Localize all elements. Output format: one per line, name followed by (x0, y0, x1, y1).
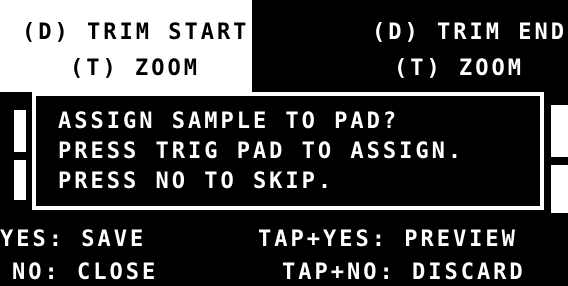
yes-save-hint[interactable]: YES: SAVE (0, 229, 146, 251)
dialog-question: ASSIGN SAMPLE TO PAD? (58, 109, 400, 134)
waveform-fragment-right-top (551, 105, 568, 157)
dialog-instruction-assign: PRESS TRIG PAD TO ASSIGN. (58, 139, 465, 164)
waveform-fragment-right-bottom (551, 165, 568, 213)
tap-no-discard-hint[interactable]: TAP+NO: DISCARD (282, 262, 526, 284)
trim-end-label: (D) TRIM END (372, 20, 567, 45)
trim-start-panel[interactable]: (D) TRIM START (T) ZOOM (0, 0, 252, 92)
dialog-instruction-skip: PRESS NO TO SKIP. (58, 169, 335, 194)
trim-start-label: (D) TRIM START (22, 20, 250, 45)
trim-end-zoom-label: (T) ZOOM (394, 56, 524, 81)
no-close-hint[interactable]: NO: CLOSE (12, 262, 158, 284)
assign-sample-dialog: ASSIGN SAMPLE TO PAD? PRESS TRIG PAD TO … (32, 92, 544, 210)
waveform-fragment-left-top (14, 110, 26, 152)
trim-end-panel[interactable]: (D) TRIM END (T) ZOOM (252, 0, 568, 92)
waveform-fragment-left-bottom (14, 160, 26, 200)
trim-start-zoom-label: (T) ZOOM (70, 56, 200, 81)
tap-yes-preview-hint[interactable]: TAP+YES: PREVIEW (258, 229, 518, 251)
